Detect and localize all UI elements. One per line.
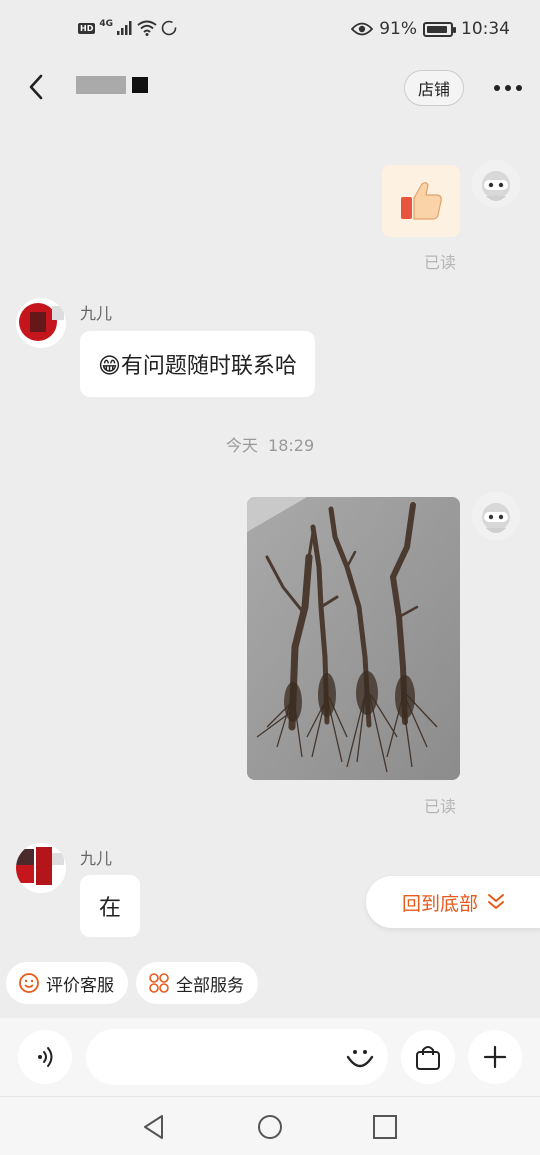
read-receipt: 已读	[424, 253, 457, 272]
input-bar	[0, 1018, 540, 1096]
back-button[interactable]	[22, 72, 52, 102]
network-label: 4G	[99, 19, 113, 29]
plus-icon	[483, 1045, 507, 1069]
chevron-left-icon	[29, 74, 43, 100]
redacted-block	[76, 76, 126, 94]
shop-button[interactable]: 店铺	[404, 70, 464, 106]
hd-icon: HD	[78, 22, 96, 34]
sent-photo[interactable]	[247, 497, 460, 780]
clock: 10:34	[461, 19, 510, 39]
status-bar: HD 4G 91% 10:34	[0, 0, 540, 62]
chip-label: 评价客服	[46, 975, 114, 996]
all-services-chip[interactable]: 全部服务	[136, 962, 258, 1004]
scroll-to-bottom-label: 回到底部	[402, 892, 479, 915]
wifi-icon	[137, 20, 157, 36]
voice-icon	[38, 1047, 53, 1067]
battery-level	[427, 25, 447, 33]
emoji-icon[interactable]	[344, 1041, 376, 1073]
shop-name-redacted	[76, 76, 148, 94]
message-bubble[interactable]: 在	[80, 875, 140, 937]
scroll-to-bottom-button[interactable]: 回到底部	[366, 876, 540, 928]
smile-icon	[19, 973, 39, 993]
signal-icon	[117, 21, 132, 35]
eye-icon	[351, 22, 374, 36]
grapevine-cuttings-image	[247, 497, 460, 780]
read-receipt: 已读	[424, 797, 457, 816]
thumbs-up-icon	[401, 182, 442, 220]
system-nav-bar	[0, 1096, 540, 1155]
sender-nickname: 九儿	[80, 304, 113, 323]
more-button[interactable]	[490, 74, 526, 102]
nav-back-icon[interactable]	[140, 1113, 168, 1141]
my-avatar[interactable]	[472, 492, 520, 540]
thumbs-up-sticker[interactable]	[382, 165, 460, 237]
battery-percent: 91%	[379, 19, 417, 39]
time-divider-time: 18:29	[268, 436, 315, 455]
shop-avatar[interactable]	[16, 843, 66, 893]
shop-bag-button[interactable]	[401, 1030, 455, 1084]
redacted-block	[132, 77, 148, 93]
shop-logo-icon	[16, 843, 66, 893]
voice-button[interactable]	[18, 1030, 72, 1084]
battery-icon	[423, 21, 456, 37]
dot	[494, 85, 500, 91]
chip-label: 全部服务	[176, 975, 244, 996]
message-input[interactable]	[86, 1029, 388, 1085]
dot	[516, 85, 522, 91]
shopping-bag-icon	[416, 1046, 440, 1070]
rate-service-chip[interactable]: 评价客服	[6, 962, 128, 1004]
time-divider: 今天 18:29	[0, 432, 540, 456]
message-bubble[interactable]: 😁有问题随时联系哈	[80, 331, 315, 397]
nav-home-icon[interactable]	[256, 1113, 284, 1141]
status-right: 91% 10:34	[351, 19, 510, 39]
shop-avatar[interactable]	[16, 298, 66, 348]
avatar-icon	[472, 492, 520, 540]
add-button[interactable]	[468, 1030, 522, 1084]
grid-icon	[149, 973, 169, 993]
avatar-icon	[472, 160, 520, 208]
status-left: HD 4G	[78, 19, 177, 36]
sender-nickname: 九儿	[80, 849, 113, 868]
sync-icon	[161, 20, 177, 36]
quick-actions: 评价客服 全部服务	[6, 962, 258, 1004]
dot	[505, 85, 511, 91]
shop-logo-icon	[16, 298, 66, 348]
chat-header: 店铺	[0, 62, 540, 116]
my-avatar[interactable]	[472, 160, 520, 208]
double-chevron-down-icon	[488, 894, 505, 909]
nav-recents-icon[interactable]	[371, 1113, 399, 1141]
time-divider-day: 今天	[225, 436, 258, 455]
